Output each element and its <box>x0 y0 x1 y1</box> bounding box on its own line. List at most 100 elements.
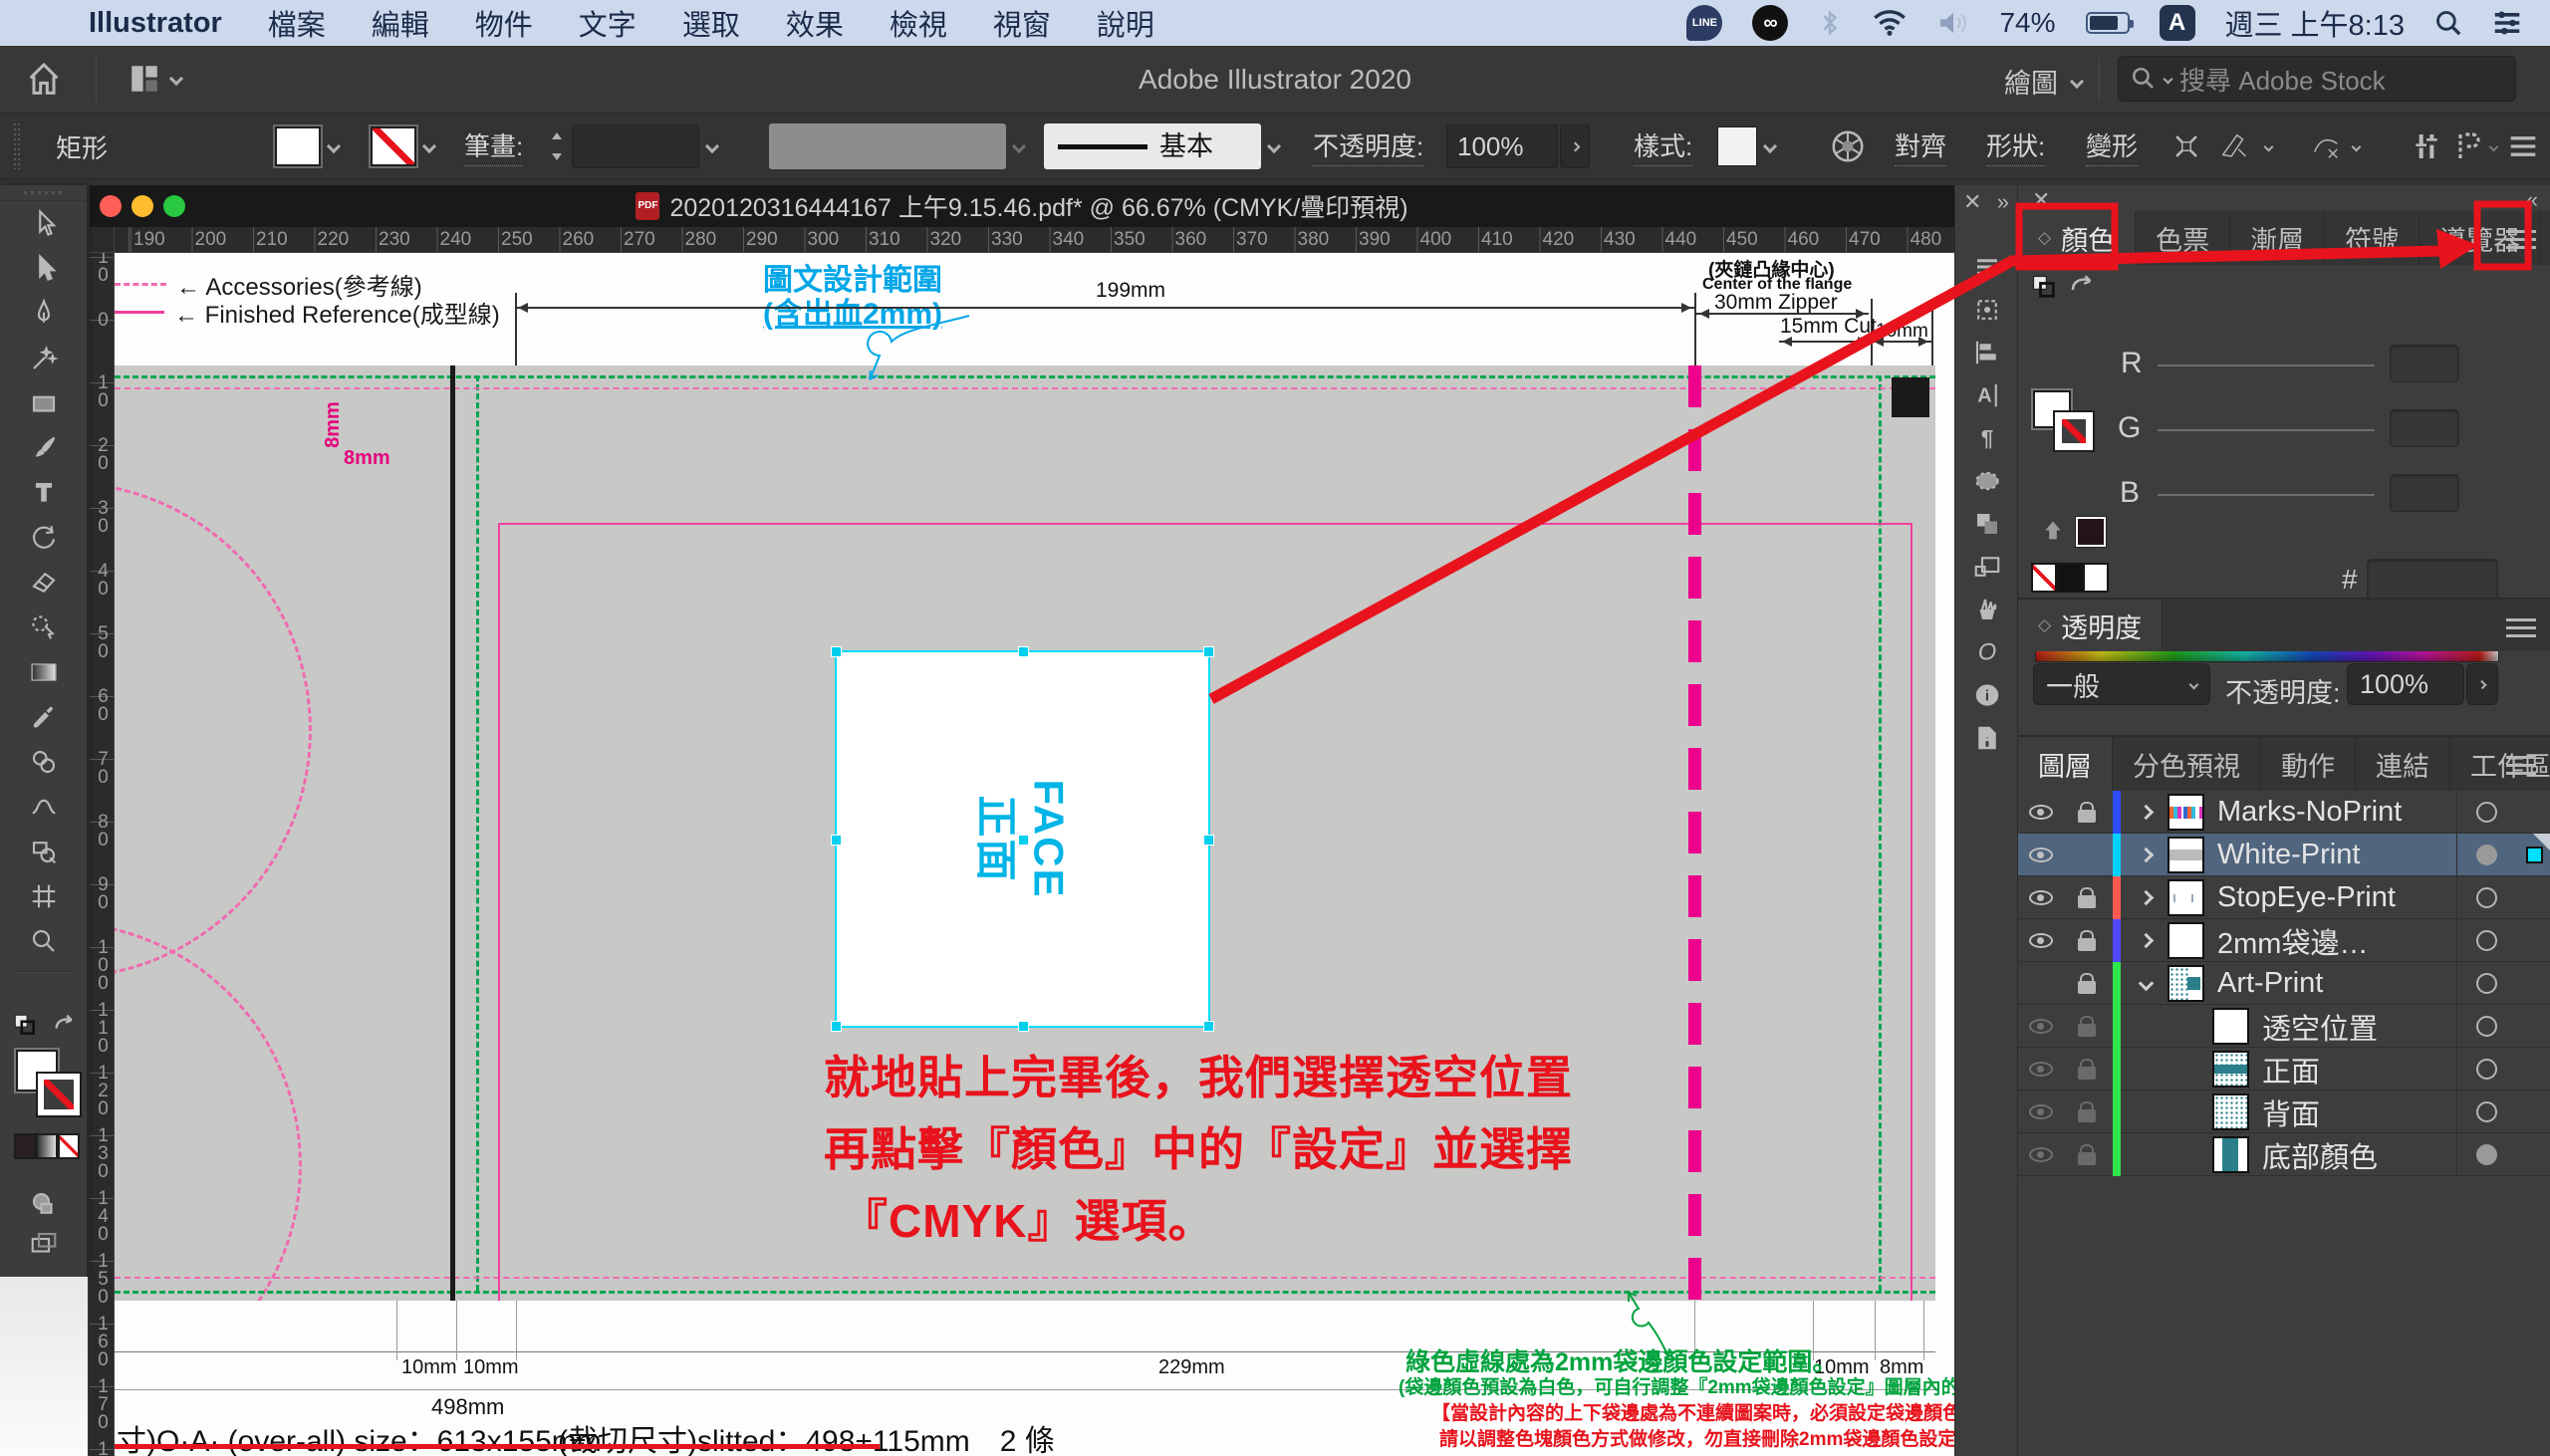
tab-動作[interactable]: 動作 <box>2261 737 2356 791</box>
layer-name[interactable]: Marks-NoPrint <box>2217 791 2402 834</box>
tool-direct-selection[interactable] <box>0 246 88 291</box>
selection-handle[interactable] <box>1018 646 1029 657</box>
layer-visibility-toggle[interactable] <box>2018 1133 2064 1176</box>
b-value-field[interactable] <box>2390 474 2459 512</box>
layer-visibility-toggle[interactable] <box>2018 962 2064 1005</box>
selection-handle[interactable] <box>1018 1021 1029 1032</box>
fill-color-control[interactable] <box>275 114 339 179</box>
black-chip[interactable] <box>2057 563 2083 593</box>
graphic-style-dropdown[interactable] <box>1717 114 1775 179</box>
transparency-panel-menu-icon[interactable] <box>2506 613 2536 642</box>
layer-target[interactable] <box>2464 1048 2508 1091</box>
controlbar-menu-icon[interactable] <box>2508 114 2538 179</box>
layer-visibility-toggle[interactable] <box>2018 1005 2064 1048</box>
dock-document-info-icon[interactable] <box>1955 718 2018 758</box>
menu-item-說明[interactable]: 說明 <box>1097 2 1154 44</box>
layer-row-Art-Print[interactable]: Art-Print <box>2018 962 2550 1005</box>
layer-name[interactable]: Art-Print <box>2217 962 2323 1005</box>
panel-grip[interactable] <box>12 114 22 179</box>
layer-lock-toggle[interactable] <box>2064 1091 2110 1133</box>
layer-visibility-toggle[interactable] <box>2018 1091 2064 1133</box>
mini-fill-stroke-icon[interactable] <box>2030 273 2058 306</box>
r-value-field[interactable] <box>2390 345 2459 382</box>
none-chip[interactable] <box>58 1133 80 1159</box>
blend-mode-dropdown[interactable]: 一般 <box>2033 663 2210 705</box>
horizontal-ruler[interactable]: 1902002102202302402502602702802903003103… <box>115 227 1954 253</box>
transparency-opacity-expand[interactable] <box>2466 663 2498 705</box>
selected-face-object[interactable]: FACE正面 <box>835 650 1210 1028</box>
menu-item-物件[interactable]: 物件 <box>475 2 533 44</box>
tool-paintbrush[interactable] <box>0 425 88 470</box>
ruler-corner[interactable] <box>90 227 115 253</box>
menu-item-編輯[interactable]: 編輯 <box>372 2 429 44</box>
layer-thumbnail[interactable] <box>2168 922 2204 959</box>
transform-label[interactable]: 變形 <box>2086 114 2138 179</box>
layer-expand-chevron[interactable] <box>2126 834 2166 876</box>
layer-thumbnail[interactable] <box>2212 1093 2249 1130</box>
tool-rectangle[interactable] <box>0 380 88 425</box>
columns-icon[interactable] <box>2411 114 2442 179</box>
layer-row-底部顏色[interactable]: 底部顏色 <box>2018 1133 2550 1176</box>
layer-row-透空位置[interactable]: 透空位置 <box>2018 1005 2550 1048</box>
layer-target[interactable] <box>2464 919 2508 962</box>
stroke-weight-label[interactable]: 筆畫: <box>464 114 523 179</box>
layer-target[interactable] <box>2464 791 2508 834</box>
dock-close-icon[interactable]: ✕ <box>1963 189 1981 215</box>
dock-selection-oval-icon[interactable] <box>1955 461 2018 501</box>
shape-label[interactable]: 形狀: <box>1986 114 2045 179</box>
layer-thumbnail[interactable] <box>2212 1051 2249 1088</box>
selection-handle[interactable] <box>1203 1021 1214 1032</box>
layer-name[interactable]: 正面 <box>2262 1048 2320 1091</box>
layer-lock-toggle[interactable] <box>2064 876 2110 919</box>
selection-handle[interactable] <box>1203 646 1214 657</box>
hex-field[interactable] <box>2367 559 2498 601</box>
shaper-icons[interactable] <box>2309 114 2360 179</box>
layer-visibility-toggle[interactable] <box>2018 834 2064 876</box>
b-slider[interactable] <box>2158 494 2375 496</box>
tab-色票[interactable]: 色票 <box>2136 211 2230 265</box>
stroke-weight-stepper[interactable] <box>546 114 717 179</box>
g-slider[interactable] <box>2158 429 2375 431</box>
opacity-control[interactable]: 100% <box>1446 114 1590 179</box>
tool-selection[interactable] <box>0 201 88 246</box>
color-panel-menu-icon[interactable] <box>2506 225 2536 254</box>
layer-name[interactable]: 2mm袋邊… <box>2217 919 2368 962</box>
none-color-chip[interactable] <box>2031 563 2057 593</box>
transparency-opacity-field[interactable]: 100% <box>2347 663 2464 705</box>
layer-expand-chevron[interactable] <box>2126 962 2166 1005</box>
volume-icon[interactable] <box>1937 9 1969 37</box>
last-color-arrow-icon[interactable] <box>2040 519 2066 552</box>
dock-character-icon[interactable]: A <box>1955 375 2018 415</box>
dock-info-icon[interactable]: i <box>1955 675 2018 715</box>
tool-width[interactable] <box>0 784 88 829</box>
layer-target[interactable] <box>2464 1133 2508 1176</box>
stroke-weight-field[interactable] <box>572 124 699 168</box>
layer-thumbnail[interactable] <box>2168 965 2204 1002</box>
tool-pen[interactable] <box>0 291 88 336</box>
r-slider[interactable] <box>2158 364 2375 366</box>
line-app-icon[interactable]: LINE <box>1686 5 1722 41</box>
tool-eyedropper[interactable] <box>0 694 88 739</box>
workspace-switcher[interactable]: 繪圖 <box>2004 62 2082 101</box>
layer-lock-toggle[interactable] <box>2064 919 2110 962</box>
layer-target[interactable] <box>2464 1091 2508 1133</box>
swap-arrow-icon[interactable] <box>52 1012 80 1043</box>
tab-漸層[interactable]: 漸層 <box>2230 211 2325 265</box>
opacity-value[interactable]: 100% <box>1446 124 1558 168</box>
g-value-field[interactable] <box>2390 409 2459 447</box>
panel-group-collapse-icon[interactable]: « <box>2526 187 2538 213</box>
layer-target[interactable] <box>2464 962 2508 1005</box>
tool-shape-builder[interactable] <box>0 829 88 873</box>
bluetooth-icon[interactable] <box>1818 8 1842 38</box>
properties-icon[interactable] <box>2452 114 2497 179</box>
adobe-stock-search[interactable]: 搜尋 Adobe Stock <box>2118 56 2516 102</box>
swap-colors-icon[interactable] <box>2068 271 2098 304</box>
layer-thumbnail[interactable] <box>2212 1136 2249 1173</box>
menu-item-app[interactable]: Illustrator <box>89 7 222 40</box>
layer-row-正面[interactable]: 正面 <box>2018 1048 2550 1091</box>
layer-thumbnail[interactable] <box>2168 879 2204 916</box>
input-method-badge[interactable]: A <box>2160 5 2195 41</box>
tab-連結[interactable]: 連結 <box>2356 737 2450 791</box>
white-chip[interactable] <box>2083 563 2109 593</box>
vertical-ruler[interactable]: 1001020304050607080901001101201301401501… <box>90 253 115 1456</box>
